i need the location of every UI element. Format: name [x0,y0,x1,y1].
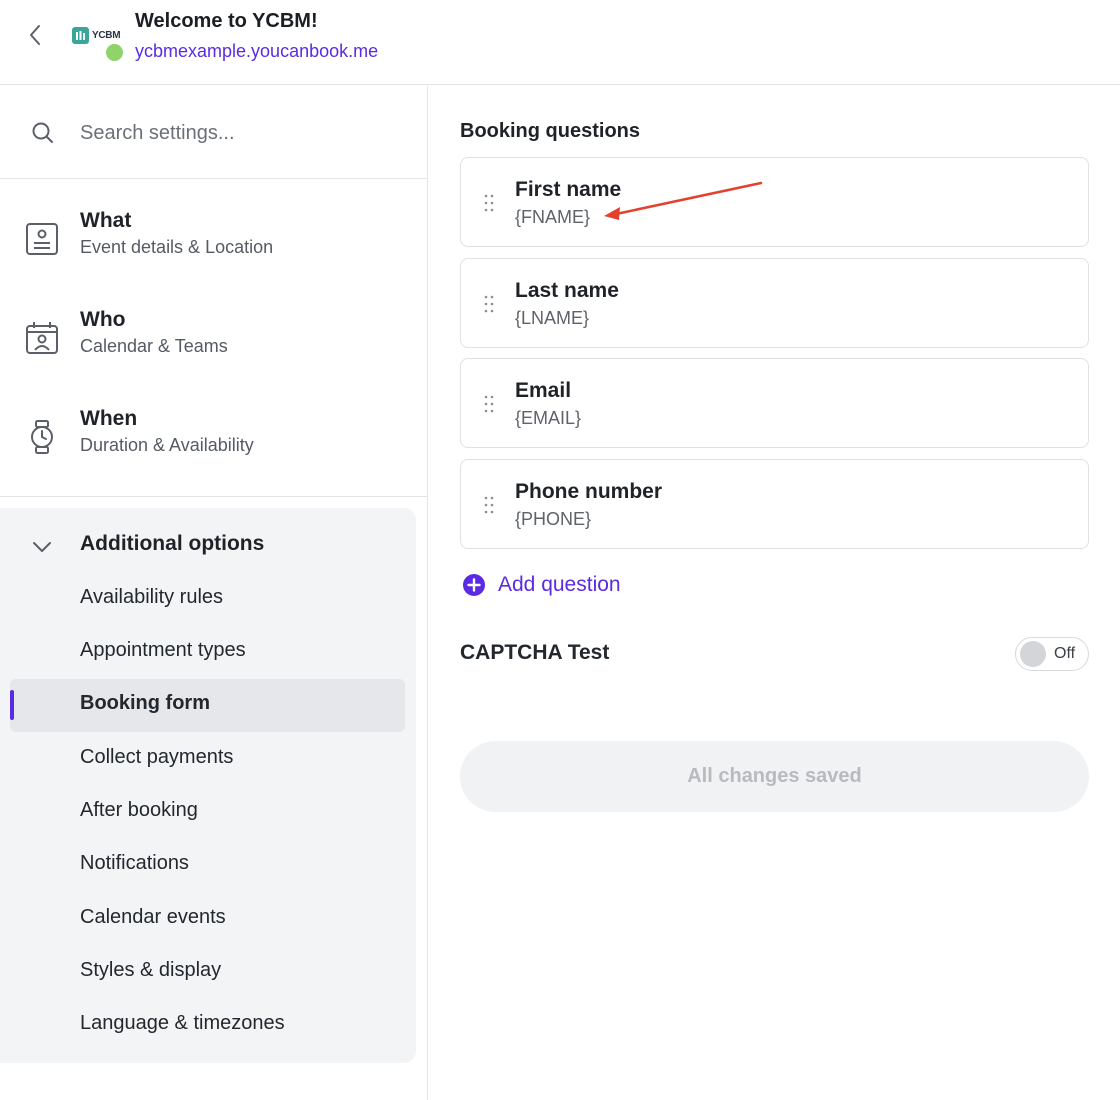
watch-icon [31,420,53,454]
nav-item-subtitle: Duration & Availability [80,435,254,455]
question-label: Phone number [515,480,663,503]
toggle-state-label: Off [1054,645,1076,662]
annotation-arrow-icon [604,181,763,220]
nav-item-subtitle: Event details & Location [80,237,274,257]
captcha-toggle[interactable]: Off [1015,637,1089,671]
question-label: Email [515,379,572,402]
nav-item-title: What [80,209,132,232]
booking-form-settings: Booking questions First name {FNAME} Las… [460,86,1090,1100]
sidebar-item-booking-form[interactable]: Booking form [10,679,405,732]
sidebar-item-label: Calendar events [80,906,226,928]
chevron-left-icon [30,25,40,45]
search-icon [32,122,53,143]
question-card-email[interactable]: Email {EMAIL} [460,358,1089,448]
sidebar-item-label: Notifications [80,852,189,874]
nav-item-title: When [80,407,138,430]
ycbm-logo: YCBM [72,27,121,44]
sidebar-item-notifications[interactable]: Notifications [10,839,405,892]
question-token: {EMAIL} [515,408,582,428]
sidebar-item-label: Appointment types [80,639,246,661]
question-token: {FNAME} [515,207,591,227]
main-nav: What Event details & Location Who Calend… [0,179,427,497]
search-bar [0,86,427,179]
question-label: Last name [515,279,619,302]
question-token: {PHONE} [515,509,592,529]
additional-options-title: Additional options [80,532,265,555]
sidebar-item-label: Booking form [80,692,210,714]
question-card-first-name[interactable]: First name {FNAME} [460,157,1089,247]
sidebar-item-label: Language & timezones [80,1012,285,1034]
question-card-last-name[interactable]: Last name {LNAME} [460,258,1089,348]
top-header: YCBM Welcome to YCBM! ycbmexample.youcan… [0,0,1120,85]
sidebar-item-availability-rules[interactable]: Availability rules [10,573,405,626]
nav-item-who[interactable]: Who Calendar & Teams [0,278,427,368]
nav-item-what[interactable]: What Event details & Location [0,179,427,269]
page-title: Welcome to YCBM! [135,10,318,32]
sidebar-item-after-booking[interactable]: After booking [10,786,405,839]
booking-page-link[interactable]: ycbmexample.youcanbook.me [135,41,378,62]
sidebar-item-appointment-types[interactable]: Appointment types [10,626,405,679]
add-question-label: Add question [498,573,621,596]
add-question-button[interactable]: Add question [462,573,621,597]
sidebar-item-collect-payments[interactable]: Collect payments [10,733,405,786]
chevron-down-icon [33,542,51,552]
nav-item-when[interactable]: When Duration & Availability [0,377,427,467]
drag-handle-icon[interactable] [483,294,495,314]
toggle-knob [1020,641,1046,667]
question-card-phone-number[interactable]: Phone number {PHONE} [460,459,1089,549]
drag-handle-icon[interactable] [483,394,495,414]
sidebar-item-language-timezones[interactable]: Language & timezones [10,999,405,1052]
additional-options-toggle[interactable]: Additional options [0,508,416,582]
sidebar-item-styles-display[interactable]: Styles & display [10,946,405,999]
nav-item-subtitle: Calendar & Teams [80,336,228,356]
logo-mark-icon [72,27,89,44]
plus-circle-icon [463,574,485,596]
section-title: Booking questions [460,120,640,142]
question-token: {LNAME} [515,308,590,328]
back-button[interactable] [22,22,48,48]
drag-handle-icon[interactable] [483,495,495,515]
captcha-label: CAPTCHA Test [460,641,610,664]
additional-options-panel: Additional options Availability rules Ap… [0,508,416,1063]
logo-text: YCBM [92,30,121,41]
settings-sidebar: What Event details & Location Who Calend… [0,86,428,1100]
sidebar-item-label: Availability rules [80,586,224,608]
nav-item-title: Who [80,308,126,331]
document-icon [26,223,58,255]
sidebar-item-calendar-events[interactable]: Calendar events [10,893,405,946]
search-input[interactable] [80,114,400,152]
status-dot [106,44,123,61]
save-status-button[interactable]: All changes saved [460,741,1089,812]
sidebar-item-label: Collect payments [80,746,234,768]
sidebar-item-label: After booking [80,799,198,821]
drag-handle-icon[interactable] [483,193,495,213]
calendar-person-icon [26,322,58,354]
sidebar-item-label: Styles & display [80,959,222,981]
